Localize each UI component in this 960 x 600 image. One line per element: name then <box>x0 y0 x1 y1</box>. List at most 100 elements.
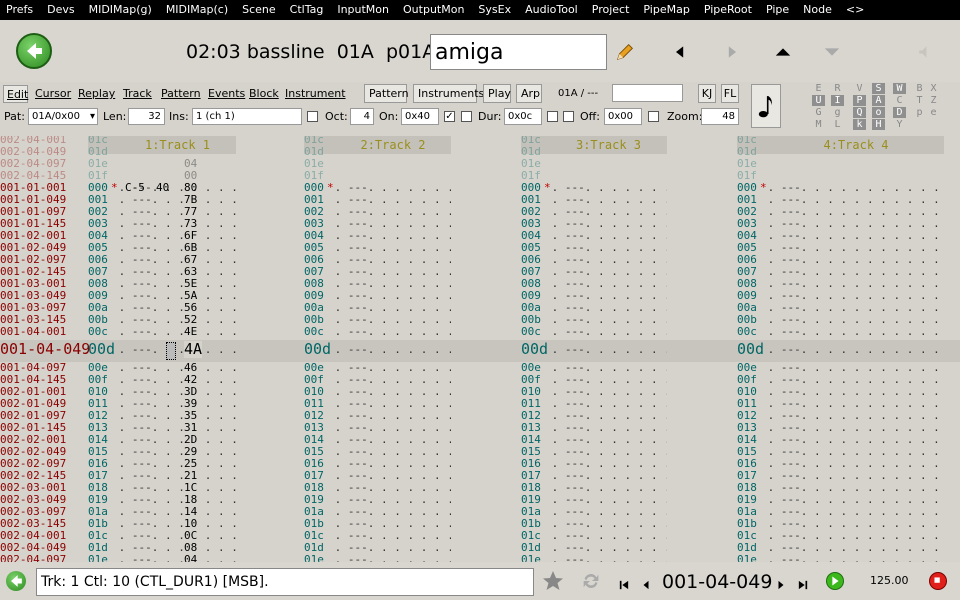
pattern-info-field[interactable] <box>612 84 683 102</box>
tab-events[interactable]: Events <box>205 85 245 103</box>
key-legend-item: D <box>893 107 906 118</box>
on-field[interactable]: 0x40 <box>401 108 439 125</box>
dur-field[interactable]: 0x0c <box>504 108 542 125</box>
menu-item[interactable]: Prefs <box>0 0 40 20</box>
tab-block[interactable]: Block <box>246 85 280 103</box>
track-header[interactable]: 3:Track 3 <box>550 136 667 154</box>
velocity-value: 4E <box>184 325 198 338</box>
menu-item[interactable]: OutputMon <box>396 0 471 20</box>
back-button[interactable] <box>16 33 52 69</box>
play-transport-button[interactable] <box>826 572 844 590</box>
on-checkbox[interactable] <box>461 111 472 122</box>
menu-item[interactable]: MIDIMap(g) <box>82 0 159 20</box>
track-header[interactable]: 2:Track 2 <box>335 136 451 154</box>
row-cells: . ---. . . . . . . . . . . . . . . . . .… <box>767 542 940 554</box>
row-cells: . ---. . . . . . . . . . . . . . . . . .… <box>767 422 940 434</box>
loop-button[interactable] <box>580 570 602 596</box>
row-cells: . ---. . . . . . . . . . . . . . . . . .… <box>767 266 940 278</box>
menu-item[interactable]: PipeMap <box>636 0 696 20</box>
len-field[interactable]: 32 <box>128 108 165 125</box>
on-label: On: <box>379 110 399 123</box>
row-index: 01e <box>737 553 757 563</box>
play-button[interactable]: Play <box>483 84 511 103</box>
ins-field[interactable]: 1 (ch 1) <box>192 108 302 125</box>
tab-pattern[interactable]: Pattern <box>158 85 203 103</box>
arp-button[interactable]: Arp <box>516 84 542 103</box>
key-legend-item: g <box>834 107 841 118</box>
menu-item[interactable]: InputMon <box>330 0 396 20</box>
oct-field[interactable]: 4 <box>350 108 374 125</box>
oct-label: Oct: <box>325 110 348 123</box>
speaker-button[interactable] <box>910 38 938 66</box>
menu-item[interactable]: PipeRoot <box>697 0 759 20</box>
row-cells: . ---. . . . . . . . . . . . . . . . . .… <box>551 290 667 302</box>
tab-replay[interactable]: Replay <box>75 85 118 103</box>
off-checkbox[interactable] <box>648 111 659 122</box>
prev-button[interactable] <box>666 38 694 66</box>
menu-item[interactable]: Node <box>796 0 839 20</box>
pattern-grid[interactable]: 1:Track 1 2:Track 2 3:Track 3 4:Track 4 002-… <box>0 136 960 562</box>
row-cells: . ---. . . . . . . . . . . . . . . . . .… <box>767 206 940 218</box>
kj-button[interactable]: KJ <box>698 84 716 103</box>
row-cells: . ---. . . . . . . . . . . . . . . . . .… <box>551 542 667 554</box>
row-cells: . ---. . . . . . . . . . . . . . . . . .… <box>551 302 667 314</box>
row-cells: . ---. . . . . . . . . . . . . . . . . .… <box>551 434 667 446</box>
up-button[interactable] <box>769 38 797 66</box>
menu-item[interactable]: Devs <box>40 0 81 20</box>
off-field[interactable]: 0x00 <box>604 108 642 125</box>
key-legend-item: C <box>896 95 903 106</box>
row-cells: . ---. . . . . . . . . . . . . . . . . .… <box>118 458 236 470</box>
menu-item[interactable]: MIDIMap(c) <box>159 0 235 20</box>
row-index: 00c <box>88 325 108 338</box>
fl-button[interactable]: FL <box>721 84 739 103</box>
menu-item[interactable]: Scene <box>235 0 283 20</box>
row-cells: . ---. . . . . . . . . . . . . . . . . .… <box>118 398 236 410</box>
instruments-button[interactable]: Instruments <box>413 84 484 103</box>
pattern-name-input[interactable] <box>430 34 607 70</box>
tab-edit[interactable]: Edit <box>3 85 28 103</box>
tab-track[interactable]: Track <box>120 85 156 103</box>
tab-cursor[interactable]: Cursor <box>32 85 73 103</box>
favorite-button[interactable] <box>541 569 565 597</box>
key-legend-item: B <box>916 83 923 94</box>
down-button[interactable] <box>818 38 846 66</box>
next-button[interactable] <box>718 38 746 66</box>
menu-item[interactable]: Project <box>585 0 637 20</box>
first-button[interactable] <box>619 575 629 594</box>
tab-instrument[interactable]: Instrument <box>282 85 346 103</box>
edit-name-button[interactable] <box>611 38 639 66</box>
row-cells: . ---. . . . . . . . . . . . . . . . . .… <box>551 194 667 206</box>
pattern-button[interactable]: Pattern <box>364 84 409 103</box>
note-mode-button[interactable] <box>751 84 781 128</box>
zoom-field[interactable]: 48 <box>701 108 739 125</box>
step-forward-button[interactable] <box>776 575 786 594</box>
stop-button[interactable] <box>929 572 947 590</box>
track-header[interactable]: 1:Track 1 <box>119 136 236 154</box>
row-cells: . ---. . . . . . . . . . . . . . . . . .… <box>334 362 451 374</box>
row-cells: . ---. . . . . . . . . . . . . . . . . .… <box>334 494 451 506</box>
play-icon <box>832 576 839 586</box>
edit-cursor <box>166 342 176 360</box>
status-back-button[interactable] <box>6 571 26 591</box>
menu-item[interactable]: CtlTag <box>283 0 331 20</box>
menu-item[interactable]: <> <box>839 0 871 20</box>
menu-item[interactable]: SysEx <box>471 0 518 20</box>
pat-select[interactable]: 01A/0x00 ▾ <box>28 108 98 125</box>
row-position: 001-04-001 <box>0 325 67 338</box>
last-button[interactable] <box>798 575 808 594</box>
row-cells: . ---. . . . . . . . . . . . . . . . . .… <box>118 302 236 314</box>
row-cells: . ---. . . . . . . . . . . . . . . . . .… <box>334 290 451 302</box>
row-cells: . ---. . . . . . . . . . . . . . . . . .… <box>767 554 940 562</box>
ins-checkbox[interactable] <box>307 111 318 122</box>
step-back-button[interactable] <box>641 575 651 594</box>
track-header[interactable]: 4:Track 4 <box>768 136 944 154</box>
row-cells: . ---. . . . . . . . . . . . . . . . . .… <box>551 182 667 194</box>
menu-item[interactable]: AudioTool <box>518 0 585 20</box>
row-cells: . ---. . . . . . . . . . . . . . . . . .… <box>767 278 940 290</box>
dur-checkbox-1[interactable] <box>547 111 558 122</box>
on-checkbox-checked[interactable]: ✓ <box>444 111 455 122</box>
menu-item[interactable]: Pipe <box>759 0 796 20</box>
dur-checkbox-2[interactable] <box>563 111 574 122</box>
row-cells: . ---. . . . . . . . . . . . . . . . . .… <box>767 398 940 410</box>
row-cells: . ---. . . . . . . . . . . . . . . . . .… <box>551 422 667 434</box>
